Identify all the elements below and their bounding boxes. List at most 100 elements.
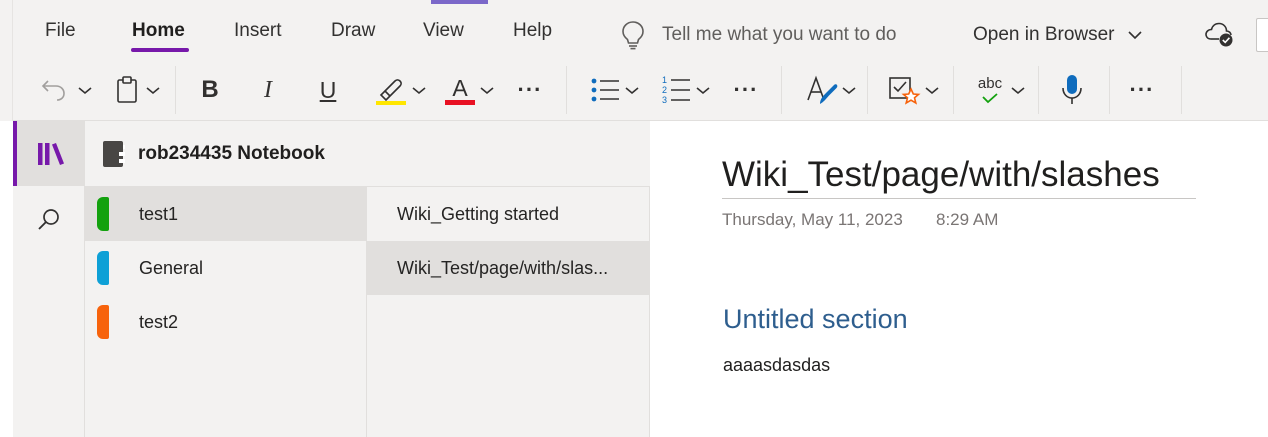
section-heading[interactable]: Untitled section xyxy=(723,304,908,335)
more-options-button[interactable]: ··· xyxy=(1124,68,1160,112)
page-item-getting-started[interactable]: Wiki_Getting started xyxy=(367,187,649,241)
bold-icon: B xyxy=(201,76,219,103)
tab-view[interactable]: View xyxy=(423,18,464,44)
notebook-header[interactable]: rob234435 Notebook xyxy=(85,121,650,187)
chevron-down-icon xyxy=(696,86,710,94)
numbering-button[interactable]: 1 2 3 xyxy=(655,68,715,112)
paste-button[interactable] xyxy=(108,68,166,112)
toolbar-separator xyxy=(867,66,868,114)
bold-button[interactable]: B xyxy=(192,68,228,112)
more-icon: ··· xyxy=(1129,77,1155,102)
svg-text:3: 3 xyxy=(662,95,667,105)
page-title[interactable]: Wiki_Test/page/with/slashes xyxy=(722,151,1196,199)
more-formatting-button[interactable]: ··· xyxy=(512,68,548,112)
underline-icon: U xyxy=(319,76,337,103)
toolbar-separator xyxy=(953,66,954,114)
tell-me-placeholder: Tell me what you want to do xyxy=(662,24,897,45)
section-label: General xyxy=(139,257,204,278)
tag-button[interactable] xyxy=(882,68,944,112)
spelling-button[interactable]: abc xyxy=(968,68,1030,112)
font-color-icon: A xyxy=(444,76,476,105)
svg-text:2: 2 xyxy=(662,85,667,95)
section-color-tab xyxy=(97,251,109,285)
styles-icon xyxy=(807,75,838,104)
section-test2[interactable]: test2 xyxy=(85,295,366,349)
ribbon: File Home Insert Draw View Help Tell me … xyxy=(0,0,1268,121)
chevron-down-icon xyxy=(625,86,639,94)
page-list: Wiki_Getting started Wiki_Test/page/with… xyxy=(367,187,650,437)
open-in-browser-label: Open in Browser xyxy=(973,24,1115,45)
more-icon: ··· xyxy=(733,77,759,102)
highlight-button[interactable] xyxy=(368,68,430,112)
ribbon-edge xyxy=(0,0,13,121)
svg-text:1: 1 xyxy=(662,75,667,85)
page-time: 8:29 AM xyxy=(936,210,999,229)
numbering-icon: 1 2 3 xyxy=(662,75,690,105)
active-tab-indicator xyxy=(131,48,189,52)
spelling-glyph: abc xyxy=(977,75,1003,92)
font-color-button[interactable]: A xyxy=(440,68,498,112)
tag-icon xyxy=(889,77,921,105)
spelling-icon: abc xyxy=(973,76,1007,104)
italic-icon: I xyxy=(264,76,272,103)
chevron-down-icon xyxy=(925,86,939,94)
toolbar-separator xyxy=(1181,66,1182,114)
tab-home[interactable]: Home xyxy=(132,18,185,44)
notebooks-button[interactable] xyxy=(13,121,84,186)
font-color-glyph: A xyxy=(452,74,468,101)
toolbar-separator xyxy=(1109,66,1110,114)
chevron-down-icon xyxy=(1011,86,1025,94)
styles-button[interactable] xyxy=(800,68,860,112)
bullets-icon xyxy=(591,78,619,102)
page-date: Thursday, May 11, 2023 xyxy=(722,210,903,229)
search-button[interactable] xyxy=(13,197,84,243)
toolbar-separator xyxy=(781,66,782,114)
chevron-down-icon xyxy=(842,86,856,94)
section-list: test1 General test2 xyxy=(85,187,367,437)
section-color-tab xyxy=(97,197,109,231)
tab-file[interactable]: File xyxy=(45,18,76,44)
chevron-down-icon xyxy=(78,86,92,94)
more-icon: ··· xyxy=(517,77,543,102)
tab-insert[interactable]: Insert xyxy=(234,18,282,44)
search-icon xyxy=(37,209,59,230)
window-edge xyxy=(1256,18,1268,52)
open-in-browser-button[interactable]: Open in Browser xyxy=(973,18,1143,52)
section-label: test1 xyxy=(139,203,179,224)
highlighter-icon xyxy=(376,79,406,105)
underline-button[interactable]: U xyxy=(310,68,346,112)
tell-me-search[interactable]: Tell me what you want to do xyxy=(620,18,896,52)
body-text[interactable]: aaaasdasdas xyxy=(723,355,830,376)
font-color-swatch xyxy=(445,99,475,105)
chevron-down-icon xyxy=(146,86,160,94)
more-lists-button[interactable]: ··· xyxy=(728,68,764,112)
bullets-button[interactable] xyxy=(584,68,644,112)
navigation-rail xyxy=(13,121,85,437)
notebook-name: rob234435 Notebook xyxy=(138,142,325,164)
page-item-test-page[interactable]: Wiki_Test/page/with/slas... xyxy=(367,241,649,295)
section-test1[interactable]: test1 xyxy=(85,187,366,241)
section-label: test2 xyxy=(139,311,179,332)
clipboard-icon xyxy=(117,76,137,103)
microphone-icon xyxy=(1062,75,1082,104)
section-color-tab xyxy=(97,305,109,339)
undo-button[interactable] xyxy=(36,68,96,112)
toolbar-separator xyxy=(175,66,176,114)
chevron-down-icon xyxy=(412,86,426,94)
tab-draw[interactable]: Draw xyxy=(331,18,375,44)
chevron-down-icon xyxy=(480,86,494,94)
chevron-down-icon xyxy=(1127,31,1142,40)
notebook-icon xyxy=(103,140,125,167)
section-general[interactable]: General xyxy=(85,241,366,295)
lightbulb-icon xyxy=(622,21,644,50)
checkmark-icon xyxy=(982,93,998,104)
undo-icon xyxy=(41,80,65,101)
tab-help[interactable]: Help xyxy=(513,18,552,44)
italic-button[interactable]: I xyxy=(250,68,286,112)
toolbar-separator xyxy=(566,66,567,114)
cloud-sync-icon[interactable] xyxy=(1204,20,1234,48)
dictate-button[interactable] xyxy=(1054,68,1090,112)
page-canvas[interactable]: Wiki_Test/page/with/slashes Thursday, Ma… xyxy=(650,121,1268,437)
top-accent-bar xyxy=(431,0,488,4)
toolbar-separator xyxy=(1038,66,1039,114)
